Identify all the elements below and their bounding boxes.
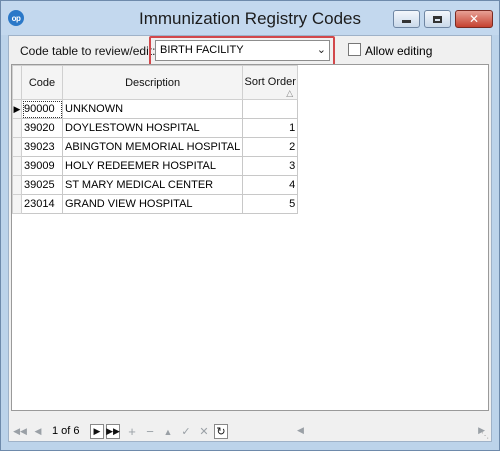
code-cell[interactable]: 23014 bbox=[21, 194, 63, 214]
description-cell[interactable]: UNKNOWN bbox=[61, 99, 244, 119]
description-cell[interactable]: ABINGTON MEMORIAL HOSPITAL bbox=[61, 137, 244, 157]
table-row[interactable]: ▶ 90000 UNKNOWN bbox=[12, 99, 299, 119]
client-area: Code table to review/edit: BIRTH FACILIT… bbox=[8, 35, 492, 442]
row-indicator bbox=[12, 175, 22, 195]
minimize-icon bbox=[402, 20, 411, 23]
code-cell[interactable]: 39025 bbox=[21, 175, 63, 195]
row-indicator: ▶ bbox=[12, 99, 22, 119]
description-cell[interactable]: GRAND VIEW HOSPITAL bbox=[61, 194, 244, 214]
record-navigator: ◀◀ ◀ 1 of 6 ▶ ▶▶ + − ▲ ✓ ✕ ↻ ◀ ▶ bbox=[11, 424, 489, 440]
code-table-select[interactable]: BIRTH FACILITY ⌄ bbox=[155, 40, 330, 61]
next-record-icon[interactable]: ▶ bbox=[90, 424, 104, 439]
scroll-left-icon[interactable]: ◀ bbox=[297, 425, 304, 436]
table-row[interactable]: 39023 ABINGTON MEMORIAL HOSPITAL 2 bbox=[12, 137, 299, 157]
refresh-icon[interactable]: ↻ bbox=[214, 424, 228, 439]
add-record-icon[interactable]: + bbox=[125, 424, 139, 439]
table-row[interactable]: 39025 ST MARY MEDICAL CENTER 4 bbox=[12, 175, 299, 195]
app-window: op Immunization Registry Codes ✕ Code ta… bbox=[0, 0, 500, 451]
minimize-button[interactable] bbox=[393, 10, 420, 28]
cancel-edit-icon[interactable]: ✕ bbox=[197, 424, 211, 439]
code-cell[interactable]: 39023 bbox=[21, 137, 63, 157]
move-up-icon[interactable]: ▲ bbox=[161, 424, 175, 439]
row-indicator bbox=[12, 156, 22, 176]
sort-order-cell[interactable]: 2 bbox=[242, 137, 299, 157]
code-cell[interactable]: 39009 bbox=[21, 156, 63, 176]
row-indicator bbox=[12, 194, 22, 214]
close-button[interactable]: ✕ bbox=[455, 10, 493, 28]
record-position: 1 of 6 bbox=[52, 425, 80, 437]
table-row[interactable]: 39009 HOLY REDEEMER HOSPITAL 3 bbox=[12, 156, 299, 176]
allow-editing-label[interactable]: Allow editing bbox=[365, 44, 432, 58]
current-row-arrow-icon: ▶ bbox=[13, 103, 21, 114]
description-cell[interactable]: DOYLESTOWN HOSPITAL bbox=[61, 118, 244, 138]
maximize-button[interactable] bbox=[424, 10, 451, 28]
code-table-select-value: BIRTH FACILITY bbox=[160, 44, 244, 56]
sort-order-cell[interactable]: 1 bbox=[242, 118, 299, 138]
sort-order-cell[interactable] bbox=[242, 99, 299, 119]
sort-order-cell[interactable]: 4 bbox=[242, 175, 299, 195]
codes-grid[interactable]: Code Description Sort Order △ ▶ 90000 UN… bbox=[11, 64, 489, 411]
first-record-icon[interactable]: ◀◀ bbox=[13, 424, 27, 439]
table-row[interactable]: 23014 GRAND VIEW HOSPITAL 5 bbox=[12, 194, 299, 214]
sort-ascending-icon: △ bbox=[286, 88, 294, 98]
title-bar[interactable]: op Immunization Registry Codes ✕ bbox=[1, 1, 499, 35]
column-header-code[interactable]: Code bbox=[21, 65, 63, 100]
table-row[interactable]: 39020 DOYLESTOWN HOSPITAL 1 bbox=[12, 118, 299, 138]
row-indicator bbox=[12, 137, 22, 157]
row-indicator-header bbox=[12, 65, 22, 100]
row-indicator bbox=[12, 118, 22, 138]
description-cell[interactable]: ST MARY MEDICAL CENTER bbox=[61, 175, 244, 195]
check-icon[interactable]: ✓ bbox=[179, 424, 193, 439]
column-header-description[interactable]: Description bbox=[61, 65, 244, 100]
previous-record-icon[interactable]: ◀ bbox=[31, 424, 45, 439]
resize-grip-icon[interactable]: ⋱ bbox=[481, 431, 489, 440]
last-record-icon[interactable]: ▶▶ bbox=[106, 424, 120, 439]
horizontal-scrollbar[interactable]: ◀ ▶ bbox=[297, 425, 487, 438]
code-cell[interactable]: 39020 bbox=[21, 118, 63, 138]
column-header-sort-order[interactable]: Sort Order △ bbox=[242, 65, 299, 100]
maximize-icon bbox=[433, 15, 442, 23]
code-table-label: Code table to review/edit: bbox=[20, 44, 156, 58]
sort-order-cell[interactable]: 5 bbox=[242, 194, 299, 214]
delete-record-icon[interactable]: − bbox=[143, 424, 157, 439]
sort-order-cell[interactable]: 3 bbox=[242, 156, 299, 176]
close-icon: ✕ bbox=[468, 12, 480, 26]
allow-editing-checkbox[interactable] bbox=[348, 43, 361, 56]
codes-table: Code Description Sort Order △ ▶ 90000 UN… bbox=[12, 65, 299, 214]
chevron-down-icon[interactable]: ⌄ bbox=[317, 43, 326, 56]
description-cell[interactable]: HOLY REDEEMER HOSPITAL bbox=[61, 156, 244, 176]
code-cell[interactable]: 90000 bbox=[21, 99, 63, 119]
